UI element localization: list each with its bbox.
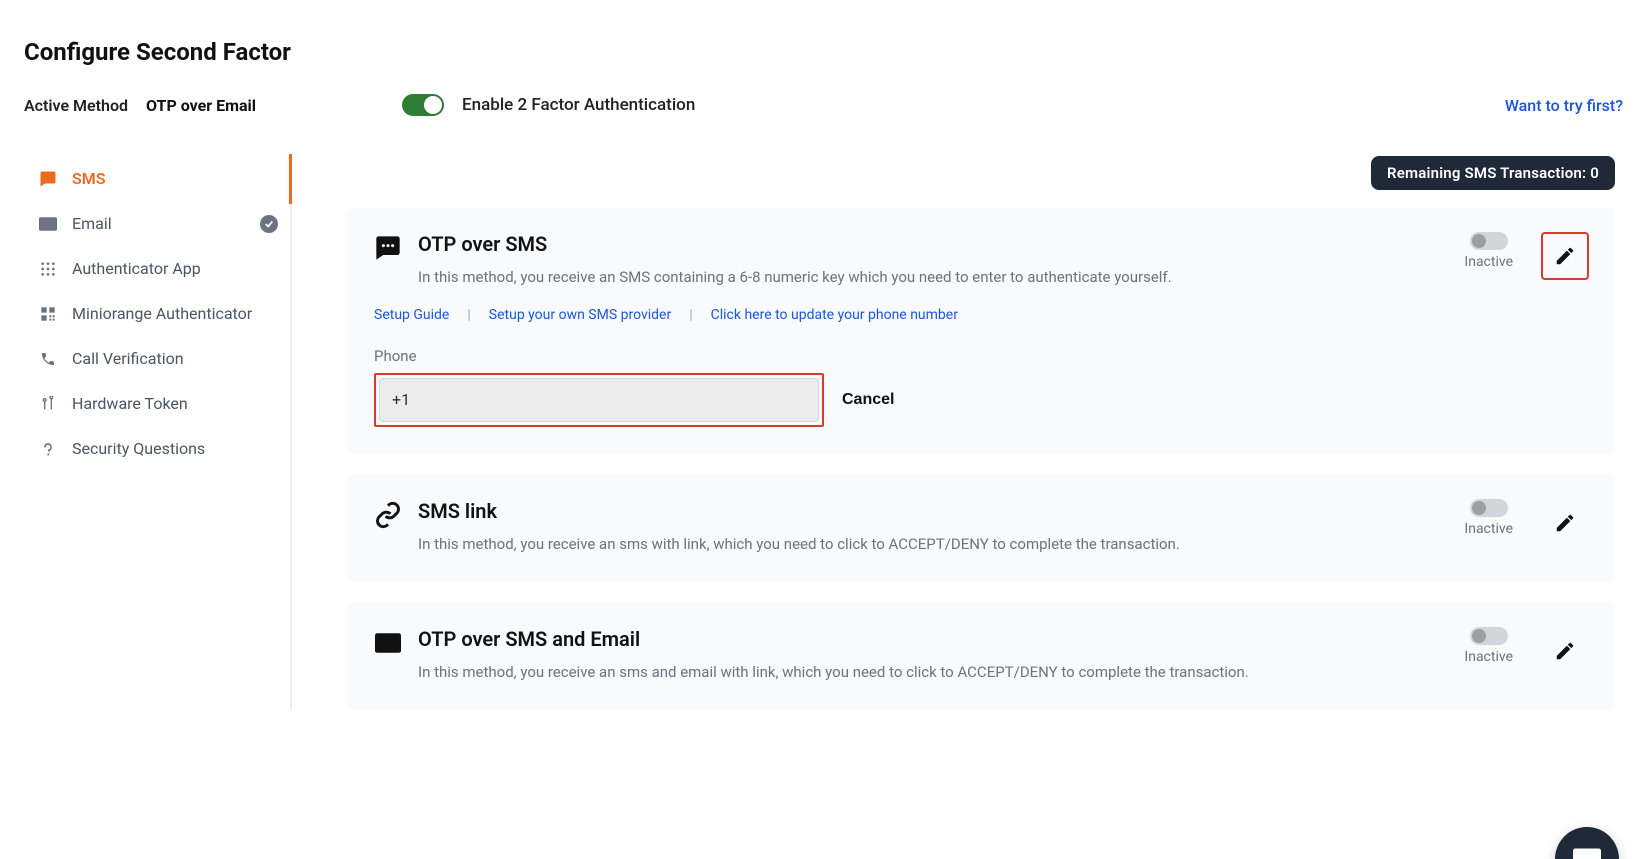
- sidebar-item-email[interactable]: Email: [24, 201, 290, 246]
- sidebar-item-authenticator-app[interactable]: Authenticator App: [24, 246, 290, 291]
- sidebar: SMS Email Authenticator App: [24, 156, 292, 710]
- token-icon: [38, 396, 58, 412]
- link-icon: [374, 501, 402, 529]
- edit-button[interactable]: [1541, 627, 1589, 675]
- sidebar-item-label: Call Verification: [72, 349, 184, 368]
- phone-label: Phone: [374, 347, 1589, 365]
- method-status: Inactive: [1464, 627, 1513, 665]
- phone-form-group: Phone Cancel: [374, 347, 1589, 427]
- edit-button[interactable]: [1541, 499, 1589, 547]
- enable-2fa-label: Enable 2 Factor Authentication: [462, 95, 695, 115]
- separator: |: [689, 307, 692, 323]
- enable-2fa-toggle[interactable]: [402, 94, 444, 116]
- question-icon: [38, 440, 58, 458]
- sidebar-item-miniorange-auth[interactable]: Miniorange Authenticator: [24, 291, 290, 336]
- active-method-value: OTP over Email: [146, 96, 256, 115]
- method-card-otp-sms: OTP over SMS In this method, you receive…: [348, 208, 1615, 453]
- method-card-otp-sms-email: OTP over SMS and Email In this method, y…: [348, 603, 1615, 710]
- method-description: In this method, you receive an sms and e…: [418, 661, 1448, 684]
- chat-icon: [38, 170, 58, 188]
- sidebar-item-label: Hardware Token: [72, 394, 188, 413]
- pencil-icon: [1554, 512, 1576, 534]
- sidebar-item-security-questions[interactable]: Security Questions: [24, 426, 290, 471]
- status-text: Inactive: [1464, 521, 1513, 537]
- setup-links-row: Setup Guide | Setup your own SMS provide…: [374, 307, 1589, 323]
- cancel-button[interactable]: Cancel: [842, 391, 894, 409]
- main-content: Remaining SMS Transaction: 0 OTP over SM…: [300, 156, 1623, 710]
- sidebar-item-call-verification[interactable]: Call Verification: [24, 336, 290, 381]
- method-title: OTP over SMS: [418, 232, 1448, 256]
- chat-bubble-icon: [374, 234, 402, 262]
- chat-support-button[interactable]: [1555, 827, 1619, 859]
- method-status: Inactive: [1464, 499, 1513, 537]
- setup-guide-link[interactable]: Setup Guide: [374, 307, 449, 323]
- status-text: Inactive: [1464, 254, 1513, 270]
- page-title: Configure Second Factor: [24, 38, 1623, 66]
- grid-icon: [38, 261, 58, 277]
- sidebar-item-sms[interactable]: SMS: [24, 156, 290, 201]
- method-active-toggle[interactable]: [1470, 499, 1508, 517]
- header-row: Active Method OTP over Email Enable 2 Fa…: [24, 94, 1623, 116]
- method-description: In this method, you receive an SMS conta…: [418, 266, 1448, 289]
- sidebar-item-hardware-token[interactable]: Hardware Token: [24, 381, 290, 426]
- sidebar-item-label: Email: [72, 214, 112, 233]
- phone-icon: [38, 351, 58, 367]
- method-status: Inactive: [1464, 232, 1513, 270]
- method-title: SMS link: [418, 499, 1448, 523]
- sidebar-item-label: Security Questions: [72, 439, 205, 458]
- qr-icon: [38, 306, 58, 322]
- status-text: Inactive: [1464, 649, 1513, 665]
- method-description: In this method, you receive an sms with …: [418, 533, 1448, 556]
- want-to-try-link[interactable]: Want to try first?: [1505, 96, 1623, 115]
- phone-input-highlight: [374, 373, 824, 427]
- remaining-sms-badge: Remaining SMS Transaction: 0: [1371, 156, 1615, 190]
- email-icon: [374, 629, 402, 657]
- check-icon: [260, 215, 278, 233]
- pencil-icon: [1554, 245, 1576, 267]
- method-active-toggle[interactable]: [1470, 627, 1508, 645]
- phone-input[interactable]: [379, 378, 819, 422]
- separator: |: [467, 307, 470, 323]
- email-icon: [1573, 848, 1601, 859]
- sidebar-item-label: Authenticator App: [72, 259, 201, 278]
- method-card-sms-link: SMS link In this method, you receive an …: [348, 475, 1615, 582]
- sidebar-item-label: SMS: [72, 169, 106, 188]
- setup-own-provider-link[interactable]: Setup your own SMS provider: [489, 307, 671, 323]
- sidebar-item-label: Miniorange Authenticator: [72, 304, 252, 323]
- method-active-toggle[interactable]: [1470, 232, 1508, 250]
- method-title: OTP over SMS and Email: [418, 627, 1448, 651]
- pencil-icon: [1554, 640, 1576, 662]
- active-method-label: Active Method: [24, 96, 128, 115]
- edit-button[interactable]: [1541, 232, 1589, 280]
- email-icon: [38, 217, 58, 231]
- update-phone-link[interactable]: Click here to update your phone number: [711, 307, 958, 323]
